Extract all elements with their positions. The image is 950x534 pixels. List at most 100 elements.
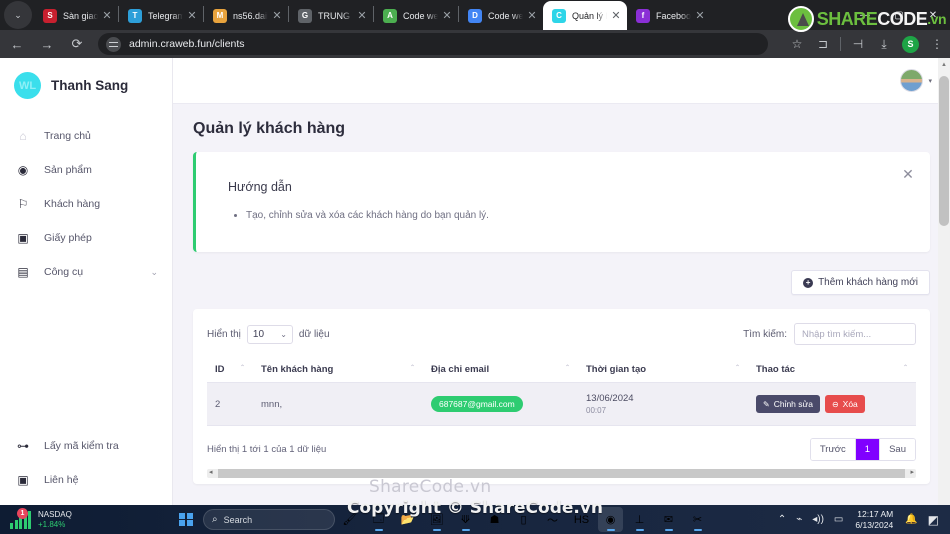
bookmark-star-icon[interactable]: ☆ [784, 32, 810, 56]
edit-button[interactable]: ✎ Chỉnh sửa [756, 395, 820, 413]
table-column-header[interactable]: Tên khách hàng ⌃ [253, 357, 423, 383]
cell-id: 2 [207, 382, 253, 426]
sidebar-item-1[interactable]: ◉ Sản phẩm [0, 153, 172, 187]
column-label: ID [215, 364, 225, 375]
user-avatar[interactable] [900, 69, 924, 92]
pagination-button[interactable]: Sau [880, 439, 915, 460]
mail-icon[interactable]: ✉ [656, 507, 681, 532]
downloads-icon[interactable]: ⤓ [871, 32, 897, 56]
tab-favicon: M [213, 8, 227, 23]
close-icon[interactable]: ✕ [440, 9, 454, 23]
sidebar-item-2[interactable]: ⚐ Khách hàng [0, 187, 172, 221]
page-scrollbar[interactable]: ▲ [938, 58, 950, 505]
volume-icon[interactable]: ◂)) [812, 514, 824, 525]
scroll-right-icon[interactable]: ▸ [910, 468, 914, 476]
table-search-control: Tìm kiếm: [743, 323, 916, 345]
profile-avatar[interactable]: S [902, 35, 919, 53]
browser-tab[interactable]: G TRUNG TÂM✕ [289, 1, 373, 30]
chrome-menu-icon[interactable]: ⋮ [924, 32, 950, 56]
sidebar-item-b1[interactable]: ▣ Liên hệ [0, 463, 173, 497]
start-button[interactable] [173, 512, 199, 527]
scrollbar-thumb[interactable] [939, 76, 949, 226]
scroll-up-icon[interactable]: ▲ [938, 58, 950, 72]
sort-icon: ⌃ [734, 365, 740, 371]
delete-button[interactable]: ⊖ Xóa [824, 395, 865, 413]
table-column-header[interactable]: Địa chỉ email ⌃ [423, 357, 578, 383]
photos-icon[interactable]: 🖼 [424, 507, 449, 532]
editor-icon[interactable]: 〜 [540, 507, 565, 532]
tray-app-icon[interactable]: ◩ [928, 513, 939, 527]
notification-bell-icon[interactable]: 🔔 [905, 514, 917, 525]
table-column-header[interactable]: Thời gian tạo ⌃ [578, 357, 748, 383]
sidebar-item-b0[interactable]: ⊶ Lấy mã kiểm tra [0, 429, 173, 463]
chevron-down-icon[interactable]: ⌄ [150, 267, 158, 278]
close-icon[interactable]: ✕ [100, 9, 114, 23]
forward-button[interactable]: → [34, 32, 60, 56]
table-horizontal-scrollbar[interactable]: ◂ ▸ [207, 469, 916, 478]
browser-tab[interactable]: f Facebook✕ [627, 1, 711, 30]
close-icon[interactable]: ✕ [185, 9, 199, 23]
chevron-down-icon[interactable]: ▾ [928, 77, 932, 85]
tab-title: Telegram We [148, 10, 183, 21]
taskbar-search[interactable]: ⌕ Search [203, 509, 335, 530]
app-glyph: ◉ [605, 514, 616, 526]
close-icon[interactable]: ✕ [609, 9, 623, 23]
chrome-icon[interactable]: ◉ [598, 507, 623, 532]
extensions-icon[interactable]: ⊣ [845, 32, 871, 56]
table-controls: Hiển thị 10 ⌄ dữ liệu Tìm kiếm: [207, 323, 916, 345]
sidebar-item-label: Sản phẩm [44, 164, 92, 176]
wifi-icon[interactable]: ⌁ [796, 514, 802, 525]
back-button[interactable]: ← [4, 32, 30, 56]
tool-icon[interactable]: ⊥ [627, 507, 652, 532]
pagination-button[interactable]: Trước [810, 439, 856, 460]
search-icon: ⌕ [212, 514, 218, 525]
site-settings-icon[interactable] [106, 36, 121, 52]
add-customer-button[interactable]: + Thêm khách hàng mới [791, 270, 930, 295]
page-length-prefix: Hiển thị [207, 328, 241, 340]
brand-header[interactable]: WL Thanh Sang [0, 58, 172, 99]
close-icon[interactable]: ✕ [693, 9, 707, 23]
browser-tab[interactable]: T Telegram We✕ [119, 1, 203, 30]
side-panel-icon[interactable]: ⊐ [810, 32, 836, 56]
idm-icon[interactable]: ⟱ [453, 507, 478, 532]
notepad-icon[interactable]: ▯ [511, 507, 536, 532]
snipping-tool-icon[interactable]: ✂ [685, 507, 710, 532]
running-indicator [664, 529, 673, 531]
table-column-header[interactable]: Thao tác ⌃ [748, 357, 916, 383]
widgets-icon[interactable]: 🖌 [337, 507, 362, 532]
search-input[interactable] [794, 323, 916, 345]
running-indicator [461, 529, 470, 531]
sidebar-item-0[interactable]: ⌂ Trang chủ [0, 119, 172, 153]
running-indicator [693, 529, 702, 531]
browser-tab[interactable]: Mns56.dailysie✕ [204, 1, 288, 30]
taskbar-clock[interactable]: 12:17 AM 6/13/2024 [855, 509, 893, 530]
cell-actions: ✎ Chỉnh sửa ⊖ Xóa [748, 382, 916, 426]
browser-tab[interactable]: D Code web ba✕ [459, 1, 543, 30]
stock-widget[interactable]: 1 NASDAQ +1.84% [0, 507, 173, 529]
sort-icon: ⌃ [902, 365, 908, 371]
pagination-button[interactable]: 1 [855, 439, 881, 460]
close-icon[interactable]: ✕ [525, 9, 539, 23]
browser-tab[interactable]: C Quản lý khác✕ [543, 1, 627, 30]
page-length-select[interactable]: 10 ⌄ [246, 324, 293, 344]
browser-tab[interactable]: S Sàn giao dịc✕ [34, 1, 118, 30]
tab-search-button[interactable]: ⌄ [4, 1, 32, 29]
close-icon[interactable]: ✕ [270, 9, 284, 23]
folder-icon[interactable]: 📂 [395, 507, 420, 532]
sidebar-item-4[interactable]: ▤ Công cụ ⌄ [0, 255, 172, 289]
scroll-left-icon[interactable]: ◂ [209, 468, 213, 476]
sidebar-item-3[interactable]: ▣ Giấy phép [0, 221, 172, 255]
tray-expand-icon[interactable]: ⌃ [778, 514, 786, 525]
reload-button[interactable]: ⟳ [64, 32, 90, 56]
file-explorer-icon[interactable]: 🗔 [366, 507, 391, 532]
table-column-header[interactable]: ID ⌃ [207, 357, 253, 383]
close-icon[interactable]: ✕ [900, 166, 916, 182]
browser-tab[interactable]: A Code web So✕ [374, 1, 458, 30]
teamviewer-icon[interactable]: ☗ [482, 507, 507, 532]
address-bar[interactable]: admin.craweb.fun/clients [98, 33, 768, 55]
action-label: Xóa [842, 399, 858, 409]
close-icon[interactable]: ✕ [355, 9, 369, 23]
app-glyph: 🗔 [372, 513, 385, 525]
battery-icon[interactable]: ▭ [834, 514, 843, 525]
heidisql-icon[interactable]: HS [569, 507, 594, 532]
